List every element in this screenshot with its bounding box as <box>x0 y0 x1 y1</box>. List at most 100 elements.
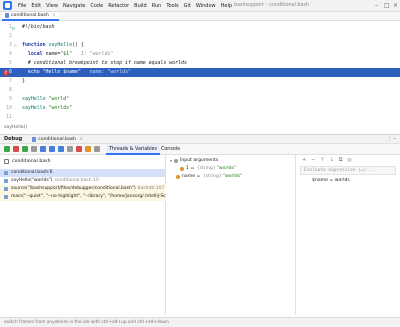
line-number: 9 <box>9 96 12 102</box>
stack-frame[interactable]: source("/bashsupport/files/debugger/cond… <box>0 185 166 193</box>
menu-refactor[interactable]: Refactor <box>108 3 129 9</box>
editor-tab-bar: conditional.bash × <box>0 12 400 21</box>
fold-icon[interactable]: ⊟ <box>14 41 16 50</box>
frame-icon <box>4 179 8 183</box>
stack-frame[interactable]: sayHello("worlds") conditional.bash:10 <box>0 177 166 185</box>
minimize-icon[interactable]: – <box>375 2 378 9</box>
variable-row[interactable]: 1 = {string} "worlds" <box>180 165 236 173</box>
menu-view[interactable]: View <box>46 3 58 9</box>
variable-value: "worlds" <box>216 166 237 171</box>
line-number: 5 <box>9 60 12 66</box>
duplicate-watch-icon[interactable]: ⧉ <box>339 157 343 163</box>
frame-icon <box>4 187 8 191</box>
tab-console[interactable]: Console <box>158 144 183 155</box>
variable-name: name <box>182 174 196 179</box>
pause-icon[interactable] <box>31 146 37 152</box>
inline-debug-hint: 1: "worlds" <box>80 51 114 57</box>
window-title: bashsupport – conditional.bash <box>234 3 309 8</box>
debug-title: Debug <box>4 136 23 142</box>
thread-icon <box>4 159 9 164</box>
watch-expression: $name <box>312 178 328 183</box>
code-line: 8 <box>0 86 400 95</box>
code-editor[interactable]: 1 ▷ #!/bin/bash 2 3 ⊟ function sayHello(… <box>0 21 400 123</box>
close-session-icon[interactable]: × <box>79 137 83 142</box>
watch-row[interactable]: $name = worlds <box>312 178 350 183</box>
thread-label: conditional.bash <box>12 159 51 164</box>
mute-breakpoints-icon[interactable] <box>85 146 91 152</box>
watch-settings-icon[interactable]: ◎ <box>347 157 351 163</box>
variable-group-input-arguments[interactable]: ▾ Input arguments <box>170 157 218 165</box>
line-number: 6 <box>9 69 12 75</box>
view-breakpoints-icon[interactable] <box>76 146 82 152</box>
line-number: 4 <box>9 51 12 57</box>
stack-frame[interactable]: main("--quiet", "--no-highlight", "--lib… <box>0 193 166 201</box>
evaluate-expression-input[interactable]: Evaluate expression (↵) ... <box>300 166 396 175</box>
menu-code[interactable]: Code <box>90 3 103 9</box>
rerun-icon[interactable] <box>4 146 10 152</box>
menu-tools[interactable]: Tools <box>166 3 178 9</box>
code-line: 2 <box>0 32 400 41</box>
frame-icon <box>4 171 8 175</box>
step-out-icon[interactable] <box>58 146 64 152</box>
variable-type: {string} <box>202 174 222 179</box>
watches-toolbar: + − ↑ ↓ ⧉ ◎ <box>302 157 357 163</box>
inline-debug-hint: name: "worlds" <box>89 69 131 75</box>
frame-name: source("/bashsupport/files/debugger/cond… <box>11 186 136 191</box>
variable-icon <box>176 175 180 179</box>
run-to-cursor-icon[interactable] <box>67 146 73 152</box>
watch-equals: = <box>329 178 334 183</box>
move-down-icon[interactable]: ↓ <box>330 157 334 163</box>
maximize-icon[interactable]: □ <box>384 2 390 9</box>
menu-edit[interactable]: Edit <box>31 3 41 9</box>
resume-icon[interactable] <box>22 146 28 152</box>
code-text: sayHello "world" <box>22 96 70 102</box>
more-options-icon[interactable]: ⋮ – <box>387 136 396 142</box>
step-over-icon[interactable] <box>40 146 46 152</box>
code-text: function sayHello() { <box>22 42 84 48</box>
menu-window[interactable]: Window <box>196 3 216 9</box>
frame-name: main("--quiet", "--no-highlight", "--lib… <box>11 194 166 199</box>
status-bar: switch frames from anywhere in the ide w… <box>0 317 400 327</box>
debug-session-tab[interactable]: conditional.bash × <box>32 136 83 142</box>
line-number: 1 <box>9 24 12 30</box>
code-text: echo "Hello $name" name: "worlds" <box>22 69 131 75</box>
menu-file[interactable]: File <box>18 3 26 9</box>
app-logo-icon[interactable] <box>3 1 12 10</box>
variable-type: {string} <box>196 166 216 171</box>
frame-location: bashdb:107 <box>137 186 165 191</box>
variable-row[interactable]: name = {string} "worlds" <box>176 173 242 181</box>
variable-value: "worlds" <box>222 174 243 179</box>
group-label: Input arguments <box>180 158 219 163</box>
menu-build[interactable]: Build <box>134 3 147 9</box>
menu-help[interactable]: Help <box>221 3 232 9</box>
variable-icon <box>180 167 184 171</box>
variables-panel: ▾ Input arguments 1 = {string} "worlds" … <box>166 155 296 315</box>
code-text: } <box>22 78 25 84</box>
code-text: #!/bin/bash <box>22 24 55 30</box>
menu-run[interactable]: Run <box>152 3 162 9</box>
code-line: 4 local name="$1" 1: "worlds" <box>0 50 400 59</box>
expand-arrow-icon[interactable]: ▾ <box>170 157 172 165</box>
menu-git[interactable]: Git <box>184 3 191 9</box>
close-tab-icon[interactable]: × <box>52 13 56 18</box>
editor-tab-conditional-bash[interactable]: conditional.bash × <box>2 12 59 21</box>
session-tab-label: conditional.bash <box>38 136 77 142</box>
stack-frame[interactable]: conditional.bash:6 <box>0 169 166 177</box>
group-icon <box>174 159 179 163</box>
tab-threads-variables[interactable]: Threads & Variables <box>106 144 160 155</box>
remove-watch-icon[interactable]: − <box>311 157 315 163</box>
more-icon[interactable] <box>94 146 100 152</box>
thread-selector[interactable]: conditional.bash <box>0 157 166 166</box>
breadcrumb[interactable]: sayHello() <box>4 125 27 130</box>
move-up-icon[interactable]: ↑ <box>320 157 324 163</box>
step-into-icon[interactable] <box>49 146 55 152</box>
menu-navigate[interactable]: Navigate <box>63 3 85 9</box>
stop-icon[interactable] <box>13 146 19 152</box>
code-text: # conditional breakpoint to stop if name… <box>22 60 187 66</box>
close-window-icon[interactable]: × <box>393 2 398 9</box>
line-number: 11 <box>6 114 12 120</box>
add-watch-icon[interactable]: + <box>302 157 306 163</box>
code-line: 9 sayHello "world" <box>0 95 400 104</box>
line-number: 10 <box>6 105 12 111</box>
menubar: File Edit View Navigate Code Refactor Bu… <box>0 0 400 12</box>
